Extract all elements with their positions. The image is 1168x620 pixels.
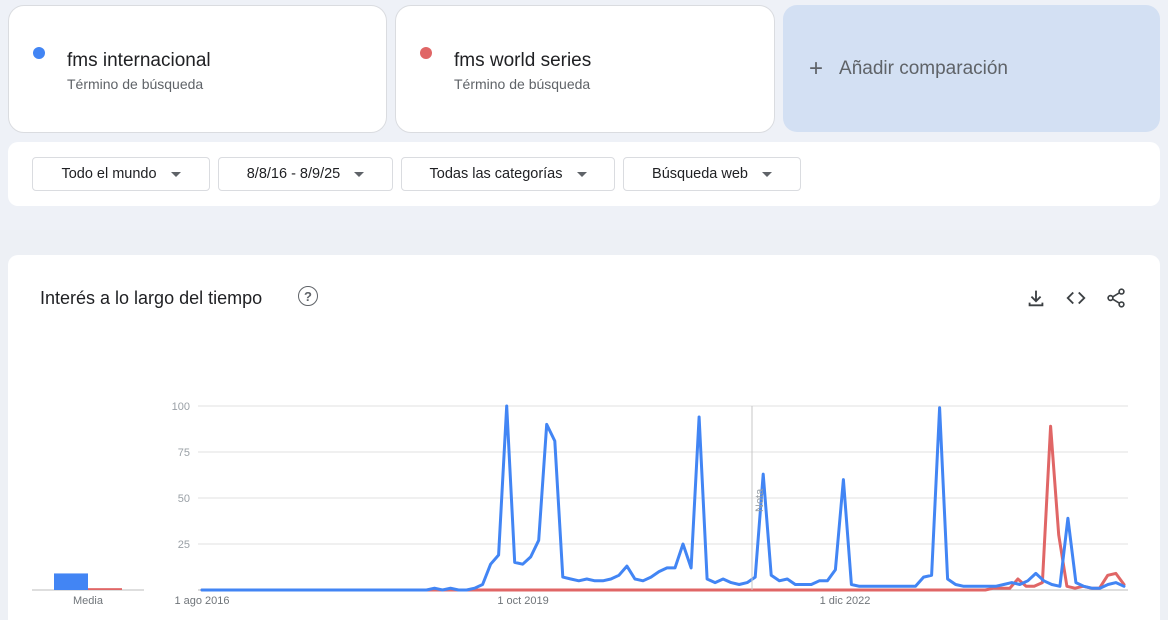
term-type-label: Término de búsqueda [454, 76, 591, 92]
interest-over-time-panel: Interés a lo largo del tiempo ? [8, 255, 1160, 620]
category-filter-label: Todas las categorías [429, 166, 563, 182]
term-name: fms world series [454, 50, 592, 71]
date-range-label: 8/8/16 - 8/9/25 [246, 166, 341, 182]
filter-bar: Todo el mundo 8/8/16 - 8/9/25 Todas las … [8, 142, 1160, 206]
help-circle-icon[interactable]: ? [298, 286, 318, 306]
embed-code-icon[interactable] [1065, 287, 1087, 309]
category-filter-dropdown[interactable]: Todas las categorías [401, 157, 615, 191]
date-range-dropdown[interactable]: 8/8/16 - 8/9/25 [218, 157, 393, 191]
caret-down-icon [354, 171, 365, 177]
term-type-label: Término de búsqueda [67, 76, 204, 92]
term-card-fms-internacional[interactable]: fms internacional Término de búsqueda [8, 5, 387, 133]
plus-icon: + [809, 54, 824, 82]
region-filter-dropdown[interactable]: Todo el mundo [32, 157, 210, 191]
search-type-dropdown[interactable]: Búsqueda web [623, 157, 801, 191]
term-color-dot [33, 47, 45, 59]
term-name: fms internacional [67, 50, 211, 71]
caret-down-icon [170, 171, 181, 177]
add-comparison-label: Añadir comparación [839, 57, 1008, 79]
term-card-fms-world-series[interactable]: fms world series Término de búsqueda [395, 5, 775, 133]
download-icon[interactable] [1025, 287, 1047, 309]
term-color-dot [420, 47, 432, 59]
search-type-label: Búsqueda web [652, 166, 748, 182]
region-filter-label: Todo el mundo [61, 166, 157, 182]
share-icon[interactable] [1105, 287, 1127, 309]
panel-title: Interés a lo largo del tiempo [40, 288, 263, 308]
caret-down-icon [761, 171, 772, 177]
caret-down-icon [576, 171, 587, 177]
add-comparison-button[interactable]: + Añadir comparación [783, 5, 1160, 132]
